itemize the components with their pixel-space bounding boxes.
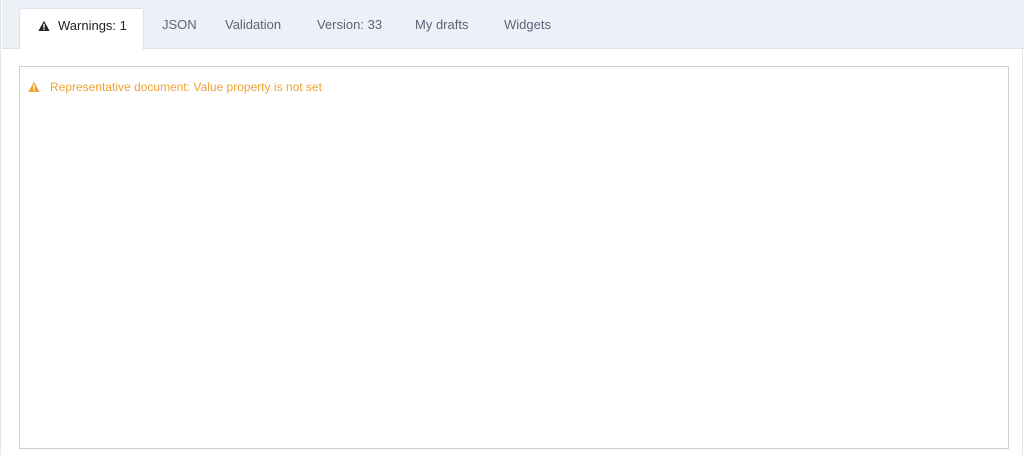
tab-warnings[interactable]: Warnings: 1	[19, 8, 144, 50]
tab-version-label: Version: 33	[317, 17, 383, 32]
tab-my-drafts-label: My drafts	[415, 17, 469, 32]
tab-json[interactable]: JSON	[162, 8, 197, 49]
tab-validation-label: Validation	[225, 17, 282, 32]
tab-widgets-label: Widgets	[504, 17, 551, 32]
tab-version[interactable]: Version: 33	[317, 8, 382, 49]
warning-text: Representative document: Value property …	[50, 80, 322, 94]
tab-validation[interactable]: Validation	[225, 8, 281, 49]
tab-bar: Warnings: 1 JSON Validation Version: 33 …	[2, 0, 1024, 50]
tab-widgets[interactable]: Widgets	[504, 8, 551, 49]
warning-message: Representative document: Value property …	[28, 79, 322, 95]
warning-icon	[38, 11, 50, 44]
editor-frame: Warnings: 1 JSON Validation Version: 33 …	[0, 0, 1024, 455]
tab-json-label: JSON	[162, 17, 197, 32]
warnings-panel: Representative document: Value property …	[19, 66, 1009, 449]
tab-warnings-label: Warnings: 1	[58, 18, 127, 33]
warning-icon	[28, 81, 40, 97]
tab-my-drafts[interactable]: My drafts	[415, 8, 468, 49]
